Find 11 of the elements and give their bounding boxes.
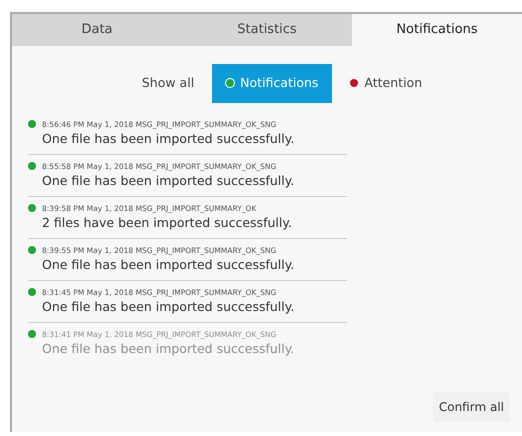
message-text: One file has been imported successfully. bbox=[41, 256, 296, 274]
message-text: One file has been imported successfully. bbox=[41, 172, 296, 190]
tab[interactable]: Data bbox=[12, 14, 182, 46]
filter-button[interactable]: Attention bbox=[336, 64, 436, 103]
confirm-all-button[interactable]: Confirm all bbox=[432, 392, 510, 422]
filter-button[interactable]: Show all bbox=[128, 64, 208, 103]
message-text: One file has been imported successfully. bbox=[41, 340, 296, 358]
message-text: 2 files have been imported successfully. bbox=[41, 214, 293, 232]
message-text: One file has been imported successfully. bbox=[41, 130, 296, 148]
tab[interactable]: Statistics bbox=[182, 14, 352, 46]
message-text: One file has been imported successfully. bbox=[41, 298, 296, 316]
